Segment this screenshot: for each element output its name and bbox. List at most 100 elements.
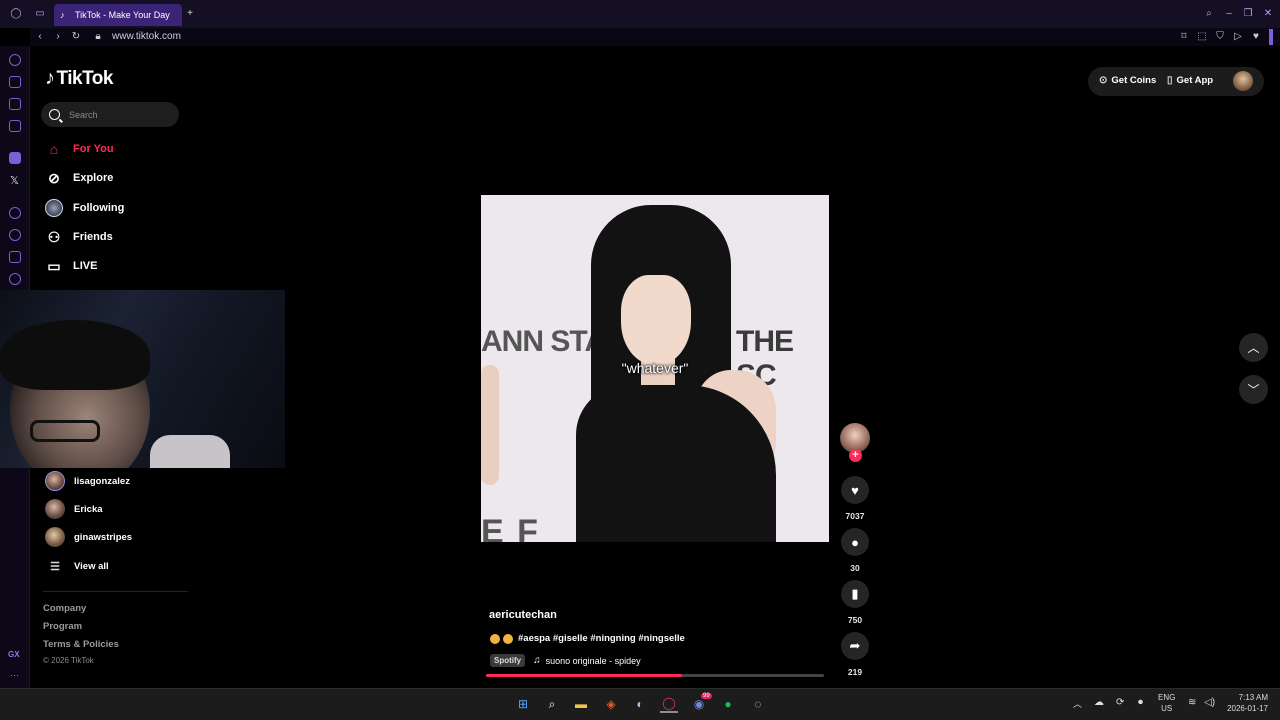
taskbar-search-icon[interactable]: ⌕	[543, 695, 561, 713]
get-app-button[interactable]: ▯ Get App	[1167, 75, 1213, 86]
subject-face	[621, 275, 691, 365]
search-input[interactable]: Search	[41, 102, 179, 127]
profile-avatar[interactable]	[1233, 71, 1253, 91]
account-name: lisagonzalez	[74, 475, 130, 487]
footer-program[interactable]: Program	[43, 621, 82, 632]
next-video-button[interactable]: ﹀	[1239, 375, 1268, 404]
comment-count: 30	[850, 563, 860, 573]
following-avatar-icon	[45, 199, 63, 217]
following-account[interactable]: lisagonzalez	[45, 471, 130, 491]
volume-icon[interactable]: ◁)	[1204, 697, 1215, 708]
nav-explore[interactable]: ⊘ Explore	[45, 168, 113, 188]
twitch-icon[interactable]	[9, 152, 21, 164]
live-tv-icon: ▭	[47, 257, 61, 274]
close-window-icon[interactable]: ✕	[1262, 8, 1274, 20]
opera-logo-icon[interactable]: ◯	[10, 8, 22, 20]
tab-manager-icon[interactable]: ▭	[34, 8, 46, 20]
side-figure	[481, 365, 499, 485]
search-tabs-icon[interactable]: ⌕	[1203, 8, 1215, 20]
gx-store-icon[interactable]	[9, 76, 21, 88]
emoji-icon	[490, 633, 500, 644]
follow-plus-icon[interactable]: +	[849, 449, 862, 462]
bookmark-icon[interactable]: ⌑	[1178, 31, 1190, 43]
previous-video-button[interactable]: ︿	[1239, 333, 1268, 362]
nav-live[interactable]: ▭ LIVE	[45, 256, 97, 276]
app-icon[interactable]: ◌	[749, 695, 767, 713]
get-coins-button[interactable]: ⊙ Get Coins	[1099, 75, 1156, 86]
following-account[interactable]: Ericka	[45, 499, 103, 519]
microphone-icon[interactable]: ⏺	[1138, 697, 1143, 708]
messenger-icon[interactable]	[9, 98, 21, 110]
spotify-badge[interactable]: Spotify	[490, 654, 526, 667]
divider	[43, 591, 188, 592]
clock-time: 7:13 AM	[1238, 693, 1268, 702]
like-button[interactable]: ♥	[841, 476, 869, 504]
sync-icon[interactable]: ⟳	[1116, 697, 1124, 708]
nav-label: For You	[73, 143, 114, 155]
windows-start-icon[interactable]: ⊞	[514, 695, 532, 713]
gx-control-icon[interactable]	[9, 54, 21, 66]
x-twitter-icon[interactable]: 𝕏	[10, 174, 19, 187]
spotify-icon[interactable]: ●	[719, 695, 737, 713]
settings-gear-icon[interactable]	[9, 273, 21, 285]
opera-gx-taskbar-icon[interactable]: ◯	[660, 695, 678, 713]
webcam-glasses	[30, 420, 100, 442]
search-icon	[49, 109, 60, 120]
music-info[interactable]: Spotify ♫ suono originale - spidey	[490, 654, 641, 667]
footer-company[interactable]: Company	[43, 603, 86, 614]
url-field[interactable]: www.tiktok.com	[112, 31, 181, 42]
back-icon[interactable]: ‹	[34, 31, 46, 43]
video-caption-overlay: "whatever"	[621, 360, 689, 376]
wifi-icon[interactable]: ≋	[1188, 697, 1196, 708]
tray-chevron-up-icon[interactable]: ︿	[1073, 697, 1082, 710]
new-tab-icon[interactable]: +	[184, 8, 196, 20]
heart-icon: ♥	[851, 482, 859, 498]
avatar	[45, 499, 65, 519]
clock[interactable]: 7:13 AM 2026-01-17	[1224, 692, 1268, 714]
history-icon[interactable]	[9, 229, 21, 241]
share-button[interactable]: ➦	[841, 632, 869, 660]
footer-terms[interactable]: Terms & Policies	[43, 639, 119, 650]
copyright: © 2026 TikTok	[43, 656, 94, 665]
extensions-icon[interactable]	[9, 251, 21, 263]
video-progress-bar[interactable]	[486, 674, 824, 677]
player-icon[interactable]	[9, 207, 21, 219]
view-all-link[interactable]: ☰ View all	[45, 556, 109, 576]
snapshot-icon[interactable]: ⬚	[1196, 31, 1208, 43]
hashtags[interactable]: #aespa #giselle #ningning #ningselle	[518, 633, 685, 644]
gx-corner-icon[interactable]	[9, 120, 21, 132]
clock-date: 2026-01-17	[1227, 704, 1268, 713]
video-author[interactable]: aericutechan	[489, 609, 557, 621]
brave-icon[interactable]: ◈	[602, 695, 620, 713]
play-icon[interactable]: ▷	[1232, 31, 1244, 43]
tiktok-logo[interactable]: ♪ TikTok	[45, 67, 113, 90]
lang-top: ENG	[1158, 693, 1176, 702]
nav-following[interactable]: Following	[45, 198, 124, 218]
file-explorer-icon[interactable]: ▬	[572, 695, 590, 713]
video-progress-fill	[486, 674, 683, 677]
save-button[interactable]: ▮	[841, 580, 869, 608]
cloud-icon[interactable]: ☁	[1094, 697, 1104, 708]
nav-label: Explore	[73, 172, 114, 184]
nav-for-you[interactable]: ⌂ For You	[45, 139, 114, 159]
language-indicator[interactable]: ENG US	[1158, 692, 1175, 714]
following-account[interactable]: ginawstripes	[45, 527, 132, 547]
nav-friends[interactable]: ⚇ Friends	[45, 227, 113, 247]
forward-icon[interactable]: ›	[52, 31, 64, 43]
minimize-icon[interactable]: –	[1223, 8, 1235, 20]
steam-icon[interactable]: ◐	[631, 695, 649, 713]
reload-icon[interactable]: ↻	[70, 31, 82, 43]
coin-icon: ⊙	[1099, 75, 1108, 86]
shield-icon[interactable]: ⛉	[1214, 31, 1226, 43]
sidebar-handle[interactable]	[1269, 29, 1273, 45]
music-note-icon: ♫	[533, 655, 541, 666]
heart-icon[interactable]: ♥	[1250, 31, 1262, 43]
lang-bottom: US	[1161, 704, 1173, 713]
comment-button[interactable]: ●	[841, 528, 869, 556]
avatar	[45, 527, 65, 547]
more-icon[interactable]: ⋯	[10, 670, 19, 681]
tab-title: TikTok - Make Your Day	[75, 10, 170, 20]
browser-tab-tiktok[interactable]: ♪ TikTok - Make Your Day	[54, 4, 182, 26]
maximize-icon[interactable]: ❐	[1242, 8, 1254, 20]
gx-label: GX	[8, 650, 20, 659]
